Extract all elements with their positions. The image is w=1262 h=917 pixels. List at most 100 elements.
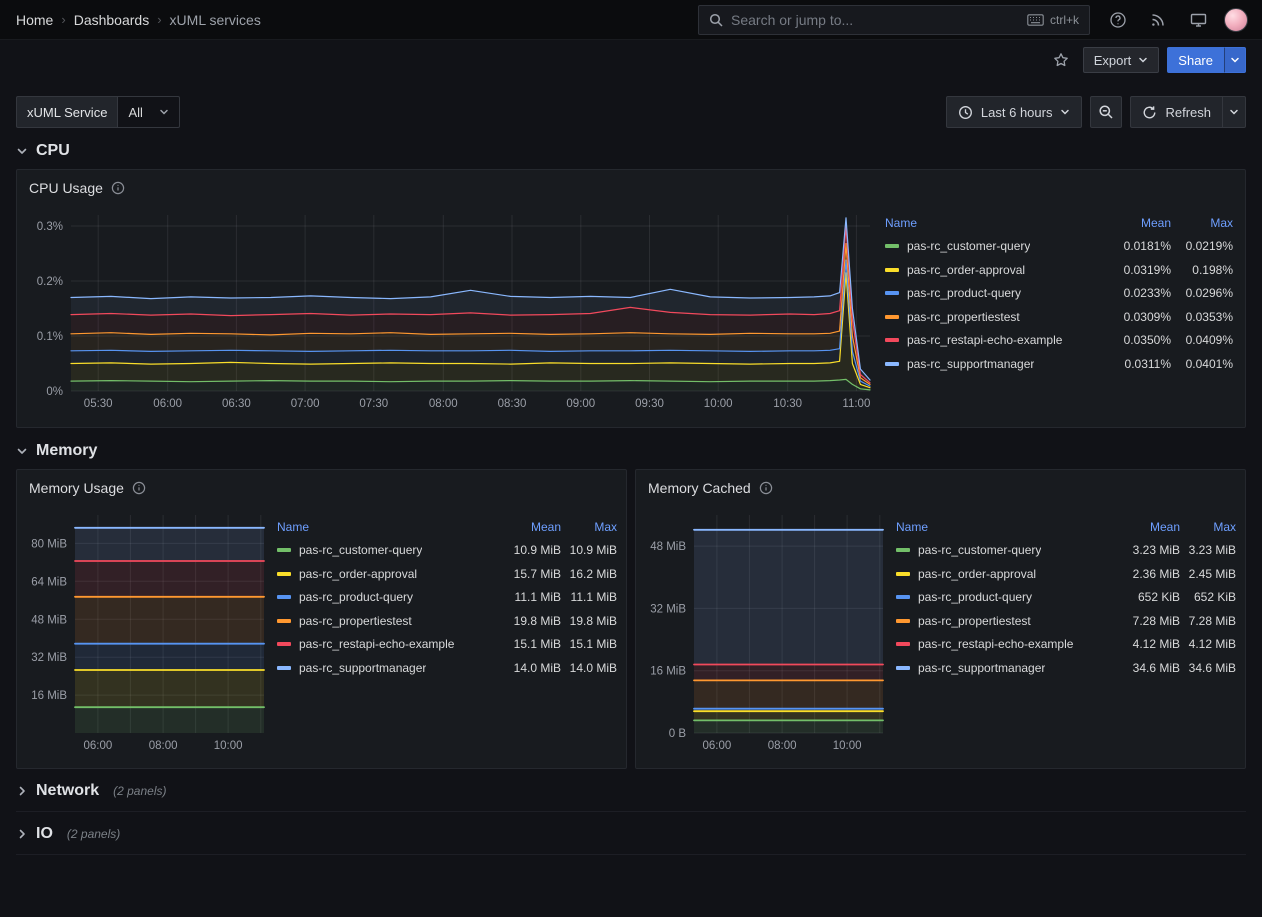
breadcrumb-separator: › [61,12,65,27]
legend-sort-max[interactable]: Max [561,520,617,534]
zoom-out-button[interactable] [1090,96,1122,128]
series-name[interactable]: pas-rc_restapi-echo-example [918,637,1073,651]
series-name[interactable]: pas-rc_supportmanager [299,661,426,675]
series-name[interactable]: pas-rc_customer-query [907,239,1030,253]
legend-row[interactable]: pas-rc_propertiestest7.28 MiB7.28 MiB [896,609,1236,633]
cpu-usage-chart[interactable]: 05:3006:0006:3007:0007:3008:0008:3009:00… [21,206,877,414]
svg-text:0.3%: 0.3% [37,221,63,233]
news-rss-icon[interactable] [1144,6,1172,34]
svg-text:08:00: 08:00 [768,740,797,752]
series-name[interactable]: pas-rc_propertiestest [299,614,412,628]
export-button[interactable]: Export [1083,47,1160,73]
variable-value-dropdown[interactable]: All [117,96,179,128]
legend-sort-name[interactable]: Name [277,520,499,534]
panel-header[interactable]: Memory Usage [17,470,626,506]
legend-row[interactable]: pas-rc_product-query0.0233%0.0296% [885,282,1233,306]
series-name[interactable]: pas-rc_product-query [907,286,1021,300]
legend-sort-mean[interactable]: Mean [1105,216,1171,230]
panel-header[interactable]: CPU Usage [17,170,1245,206]
section-memory-header[interactable]: Memory [16,442,1246,460]
chevron-down-icon [1229,107,1239,117]
section-panels-note: (2 panels) [67,827,120,841]
legend-row[interactable]: pas-rc_product-query11.1 MiB11.1 MiB [277,586,617,610]
share-menu-button[interactable] [1224,47,1246,73]
refresh-interval-button[interactable] [1222,96,1246,128]
chevron-down-icon [159,107,169,117]
svg-text:06:00: 06:00 [84,740,113,752]
legend-row[interactable]: pas-rc_supportmanager0.0311%0.0401% [885,352,1233,376]
series-max-value: 2.45 MiB [1180,567,1236,581]
series-name[interactable]: pas-rc_order-approval [907,263,1025,277]
info-icon[interactable] [111,181,125,195]
series-name[interactable]: pas-rc_restapi-echo-example [299,637,454,651]
series-max-value: 0.0409% [1171,333,1233,347]
memory-cached-chart[interactable]: 06:0008:0010:000 B16 MiB32 MiB48 MiB [638,506,890,756]
legend-row[interactable]: pas-rc_order-approval15.7 MiB16.2 MiB [277,562,617,586]
refresh-button[interactable]: Refresh [1130,96,1222,128]
breadcrumb-home[interactable]: Home [16,12,53,28]
legend-sort-mean[interactable]: Mean [499,520,561,534]
legend-row[interactable]: pas-rc_order-approval2.36 MiB2.45 MiB [896,562,1236,586]
legend-sort-mean[interactable]: Mean [1118,520,1180,534]
series-max-value: 19.8 MiB [561,614,617,628]
legend-row[interactable]: pas-rc_customer-query0.0181%0.0219% [885,235,1233,259]
series-name[interactable]: pas-rc_product-query [918,590,1032,604]
legend-row[interactable]: pas-rc_supportmanager14.0 MiB14.0 MiB [277,656,617,680]
share-button[interactable]: Share [1167,47,1224,73]
legend-header-row: NameMeanMax [896,515,1236,539]
legend-row[interactable]: pas-rc_product-query652 KiB652 KiB [896,586,1236,610]
series-name[interactable]: pas-rc_restapi-echo-example [907,333,1062,347]
series-color-swatch [896,666,910,670]
series-mean-value: 15.1 MiB [499,637,561,651]
legend-row[interactable]: pas-rc_customer-query10.9 MiB10.9 MiB [277,539,617,563]
section-cpu-header[interactable]: CPU [16,142,1246,160]
legend-row[interactable]: pas-rc_restapi-echo-example0.0350%0.0409… [885,329,1233,353]
legend-row[interactable]: pas-rc_propertiestest0.0309%0.0353% [885,305,1233,329]
series-name[interactable]: pas-rc_supportmanager [918,661,1045,675]
series-name[interactable]: pas-rc_product-query [299,590,413,604]
series-name[interactable]: pas-rc_order-approval [299,567,417,581]
series-max-value: 4.12 MiB [1180,637,1236,651]
legend-sort-max[interactable]: Max [1171,216,1233,230]
panel-header[interactable]: Memory Cached [636,470,1245,506]
svg-text:0%: 0% [46,386,63,398]
legend-sort-name[interactable]: Name [885,216,1105,230]
series-name[interactable]: pas-rc_customer-query [918,543,1041,557]
legend-row[interactable]: pas-rc_propertiestest 19.8 MiB19.8 MiB [277,609,617,633]
breadcrumb-current-page: xUML services [170,12,261,28]
variable-label: xUML Service [16,96,117,128]
legend-row[interactable]: pas-rc_order-approval0.0319%0.198% [885,258,1233,282]
user-avatar[interactable] [1224,8,1248,32]
series-name[interactable]: pas-rc_propertiestest [918,614,1031,628]
memory-usage-chart[interactable]: 06:0008:0010:0016 MiB32 MiB48 MiB64 MiB8… [19,506,271,756]
info-icon[interactable] [759,481,773,495]
search-input[interactable]: Search or jump to... ctrl+k [698,5,1090,35]
monitor-icon[interactable] [1184,6,1212,34]
legend-sort-max[interactable]: Max [1180,520,1236,534]
help-icon[interactable] [1104,6,1132,34]
series-mean-value: 19.8 MiB [499,614,561,628]
series-max-value: 7.28 MiB [1180,614,1236,628]
chevron-down-icon [1138,55,1148,65]
svg-text:16 MiB: 16 MiB [650,666,686,678]
series-mean-value: 10.9 MiB [499,543,561,557]
time-range-label: Last 6 hours [981,105,1053,120]
legend-row[interactable]: pas-rc_restapi-echo-example15.1 MiB15.1 … [277,633,617,657]
series-name[interactable]: pas-rc_order-approval [918,567,1036,581]
legend-sort-name[interactable]: Name [896,520,1118,534]
info-icon[interactable] [132,481,146,495]
section-io-header[interactable]: IO (2 panels) [16,816,1246,855]
series-name[interactable]: pas-rc_propertiestest [907,310,1020,324]
section-network-header[interactable]: Network (2 panels) [16,773,1246,812]
time-range-picker[interactable]: Last 6 hours [946,96,1083,128]
series-max-value: 0.0296% [1171,286,1233,300]
legend-row[interactable]: pas-rc_customer-query3.23 MiB3.23 MiB [896,539,1236,563]
series-name[interactable]: pas-rc_customer-query [299,543,422,557]
legend-row[interactable]: pas-rc_restapi-echo-example4.12 MiB4.12 … [896,633,1236,657]
series-color-swatch [885,338,899,342]
series-name[interactable]: pas-rc_supportmanager [907,357,1034,371]
favorite-star-icon[interactable] [1047,46,1075,74]
svg-text:07:30: 07:30 [359,398,388,410]
legend-row[interactable]: pas-rc_supportmanager34.6 MiB34.6 MiB [896,656,1236,680]
breadcrumb-dashboards[interactable]: Dashboards [74,12,150,28]
